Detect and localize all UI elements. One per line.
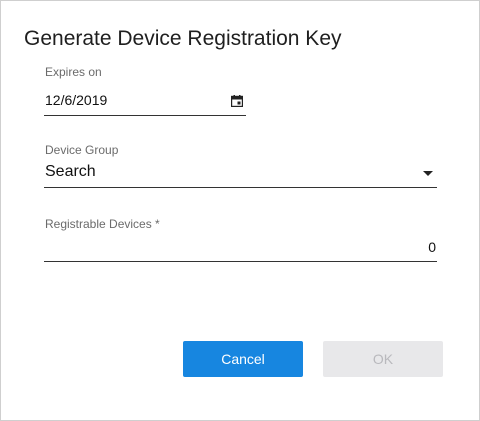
caret-down-icon[interactable] (423, 171, 433, 176)
cancel-button[interactable]: Cancel (183, 341, 303, 377)
expires-date-input[interactable]: 12/6/2019 (44, 89, 246, 116)
expires-date-value: 12/6/2019 (45, 92, 108, 108)
dialog-title: Generate Device Registration Key (24, 27, 342, 50)
ok-button[interactable]: OK (323, 341, 443, 377)
expires-label: Expires on (45, 65, 102, 79)
registrable-devices-value: 0 (428, 239, 436, 255)
generate-key-dialog: Generate Device Registration Key Expires… (0, 0, 480, 421)
registrable-devices-input[interactable]: 0 (44, 235, 437, 262)
calendar-icon[interactable] (231, 95, 243, 107)
device-group-value: Search (45, 163, 96, 180)
registrable-devices-label: Registrable Devices * (45, 217, 160, 231)
device-group-select[interactable]: Search (44, 159, 437, 188)
device-group-label: Device Group (45, 143, 119, 157)
